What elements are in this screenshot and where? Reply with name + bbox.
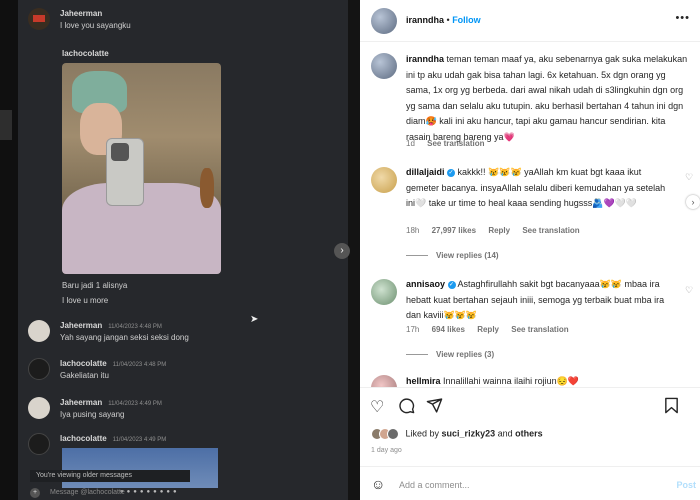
chat-text: Yah sayang jangan seksi seksi dong — [60, 333, 189, 342]
like-comment-icon[interactable]: ♡ — [685, 285, 693, 296]
older-messages-notice: You're viewing older messages — [30, 470, 190, 482]
verified-icon: ✓ — [447, 168, 456, 177]
post-header: iranndha • Follow — [406, 15, 481, 25]
chat-photo-preview — [62, 448, 218, 488]
plus-icon: + — [30, 488, 40, 498]
avatar — [28, 320, 50, 342]
avatar — [28, 358, 50, 380]
comment-meta: 17h 694 likes Reply See translation — [406, 325, 569, 334]
see-translation-link[interactable]: See translation — [511, 325, 568, 334]
divider — [360, 41, 700, 42]
add-comment-input[interactable]: Add a comment... — [399, 480, 470, 490]
author-avatar[interactable] — [371, 8, 397, 34]
chat-caption: Baru jadi 1 alisnya — [62, 281, 128, 290]
post-panel: iranndha • Follow ••• iranndha teman tem… — [360, 0, 700, 500]
view-replies-button[interactable]: View replies (3) — [406, 350, 494, 359]
avatar[interactable] — [371, 167, 397, 193]
like-comment-icon[interactable]: ♡ — [685, 172, 693, 183]
divider — [360, 387, 700, 388]
see-translation-link[interactable]: See translation — [522, 226, 579, 235]
heart-icon[interactable]: ♡ — [370, 397, 384, 417]
caption-meta: 1d See translation — [406, 139, 485, 148]
avatar — [387, 428, 399, 440]
follow-button[interactable]: Follow — [452, 15, 481, 25]
mouse-cursor-icon: ➤ — [250, 314, 259, 325]
chat-username: lachocolatte 11/04/2023 4:48 PM — [60, 359, 167, 368]
media-shade — [0, 0, 18, 500]
side-tab — [0, 110, 12, 140]
post-media: Jaheerman I love you sayangku lachocolat… — [0, 0, 360, 500]
author-username[interactable]: iranndha — [406, 15, 444, 25]
chat-text: Gakeliatan itu — [60, 371, 109, 380]
comment-likes[interactable]: 27,997 likes — [432, 226, 476, 235]
comment: dillaljaidi ✓ kakkk!! 😿😿😿 yaAllah km kua… — [406, 167, 666, 208]
view-replies-button[interactable]: View replies (14) — [406, 251, 499, 260]
avatar — [28, 433, 50, 455]
chat-photo — [62, 63, 221, 274]
post-comment-button[interactable]: Post — [676, 480, 696, 490]
comment: annisaoy ✓ Astaghfirullahh sakit bgt bac… — [406, 279, 665, 320]
chevron-right-icon[interactable]: › — [686, 195, 700, 209]
post-caption: iranndha teman teman maaf ya, aku sebena… — [406, 54, 688, 142]
comment-likes[interactable]: 694 likes — [432, 325, 465, 334]
chat-text: Iya pusing sayang — [60, 410, 125, 419]
verified-icon: ✓ — [447, 280, 456, 289]
comment-username[interactable]: annisaoy — [406, 279, 445, 289]
chat-caption: I love u more — [62, 296, 109, 305]
liked-by: Liked by suci_rizky23 and others — [371, 428, 543, 440]
chat-username: lachocolatte — [62, 49, 109, 58]
avatar — [28, 397, 50, 419]
bookmark-icon[interactable] — [664, 397, 679, 419]
comment-partial: hellmira Innalillahi wainna ilaihi rojiu… — [360, 372, 700, 387]
see-translation-link[interactable]: See translation — [427, 139, 484, 148]
comment-username[interactable]: hellmira — [406, 376, 441, 386]
post-age: 1 day ago — [371, 447, 402, 454]
avatar[interactable] — [371, 53, 397, 79]
emoji-icon[interactable]: ☺ — [371, 476, 385, 492]
more-options-icon[interactable]: ••• — [675, 12, 690, 24]
reply-button[interactable]: Reply — [488, 226, 510, 235]
comment: hellmira Innalillahi wainna ilaihi rojiu… — [406, 376, 580, 386]
reply-button[interactable]: Reply — [477, 325, 499, 334]
chat-text: I love you sayangku — [60, 21, 131, 30]
chevron-right-icon[interactable]: › — [334, 243, 350, 259]
divider — [360, 466, 700, 467]
chat-username: Jaheerman 11/04/2023 4:48 PM — [60, 321, 162, 330]
chat-composer: + Message @lachocolatte — [30, 488, 125, 498]
liked-by-user[interactable]: suci_rizky23 — [442, 428, 496, 438]
comment-meta: 18h 27,997 likes Reply See translation — [406, 226, 580, 235]
avatar[interactable] — [371, 279, 397, 305]
chat-username: lachocolatte 11/04/2023 4:49 PM — [60, 434, 167, 443]
avatar[interactable] — [371, 375, 397, 387]
comment-username[interactable]: dillaljaidi — [406, 167, 445, 177]
chat-username: Jaheerman — [60, 9, 103, 18]
carousel-dots: ●●●●●●●●● — [120, 489, 180, 495]
caption-username[interactable]: iranndha — [406, 54, 444, 64]
avatar — [28, 8, 50, 30]
chat-username: Jaheerman 11/04/2023 4:49 PM — [60, 398, 162, 407]
liked-by-others[interactable]: others — [515, 428, 543, 438]
share-icon[interactable] — [426, 397, 443, 419]
comment-icon[interactable] — [398, 397, 415, 419]
